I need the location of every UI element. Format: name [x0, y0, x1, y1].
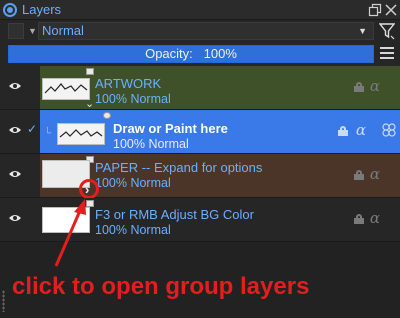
- chevron-down-icon: ▼: [358, 26, 367, 36]
- layers-panel: Layers ▼ Normal ▼ Opacity: 100% ARTWORK …: [0, 0, 400, 318]
- layer-color-swatch[interactable]: [8, 23, 24, 39]
- resize-grip[interactable]: [2, 290, 5, 312]
- opacity-value: 100%: [203, 46, 237, 61]
- restore-icon[interactable]: [368, 3, 382, 17]
- layers-icon: [3, 2, 17, 17]
- chevron-down-icon[interactable]: ▼: [28, 26, 37, 36]
- opacity-readout: Opacity: 100%: [9, 46, 373, 62]
- annotation-text: click to open group layers: [12, 273, 310, 300]
- blend-row: ▼ Normal ▼: [0, 20, 400, 42]
- close-icon[interactable]: [384, 3, 398, 17]
- blend-mode-select[interactable]: Normal ▼: [38, 22, 374, 40]
- panel-title: Layers: [22, 2, 62, 17]
- blend-mode-value: Normal: [42, 23, 84, 38]
- opacity-label: Opacity:: [145, 46, 193, 61]
- filter-icon[interactable]: [378, 22, 396, 40]
- opacity-slider[interactable]: Opacity: 100%: [8, 45, 374, 63]
- title-bar[interactable]: Layers: [0, 0, 400, 20]
- opacity-row: Opacity: 100%: [0, 42, 400, 66]
- hamburger-menu-icon[interactable]: [380, 47, 394, 61]
